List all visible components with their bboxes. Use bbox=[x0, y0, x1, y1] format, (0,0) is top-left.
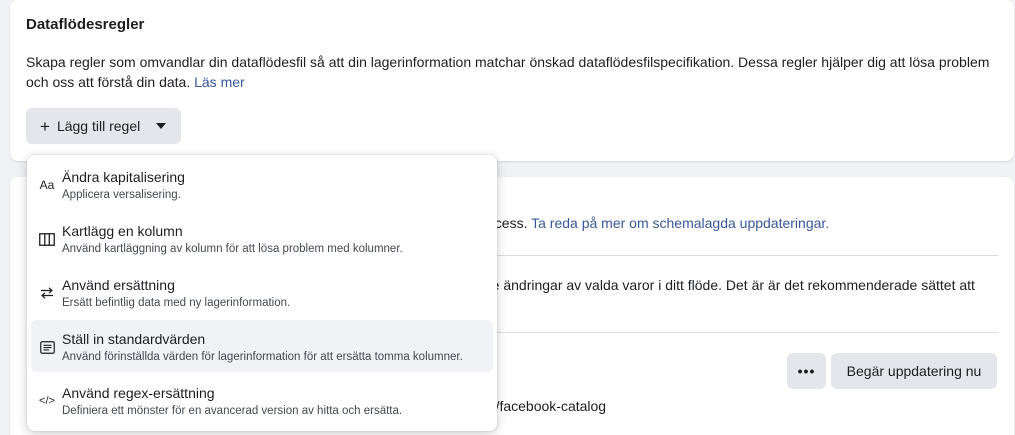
menu-item-label: Ställ in standardvärden bbox=[62, 331, 206, 347]
update-description: re ändringar av valda varor i ditt flöde… bbox=[487, 277, 975, 293]
menu-item-use-replacement[interactable]: Använd ersättning Ersätt befintlig data … bbox=[31, 266, 493, 318]
code-icon: </> bbox=[39, 395, 55, 407]
menu-item-description: Använd förinställda värden för lagerinfo… bbox=[62, 351, 463, 363]
menu-item-map-column[interactable]: Kartlägg en kolumn Använd kartläggning a… bbox=[31, 212, 493, 264]
divider bbox=[480, 255, 998, 256]
read-more-link[interactable]: Läs mer bbox=[194, 74, 245, 90]
feed-url-link[interactable]: ed/facebook-catalog bbox=[480, 398, 606, 414]
menu-item-use-regex-replacement[interactable]: </> Använd regex-ersättning Definiera et… bbox=[31, 374, 493, 426]
menu-item-label: Använd ersättning bbox=[62, 277, 175, 293]
swap-arrows-icon bbox=[38, 285, 56, 301]
menu-item-change-capitalization[interactable]: Aa Ändra kapitalisering Applicera versal… bbox=[31, 158, 493, 210]
menu-item-description: Använd kartläggning av kolumn för att lö… bbox=[62, 243, 403, 255]
request-update-button[interactable]: Begär uppdatering nu bbox=[831, 353, 997, 389]
columns-icon bbox=[38, 231, 56, 247]
form-list-icon bbox=[38, 339, 56, 355]
add-rule-label: Lägg till regel bbox=[56, 118, 141, 134]
page-title: Dataflödesregler bbox=[26, 16, 145, 33]
menu-item-description: Ersätt befintlig data med ny lagerinform… bbox=[62, 297, 291, 309]
schedule-info: ocess. Ta reda på mer om schemalagda upp… bbox=[487, 215, 829, 231]
menu-item-set-default-values[interactable]: Ställ in standardvärden Använd förinstäl… bbox=[31, 320, 493, 372]
divider bbox=[480, 332, 998, 333]
add-rule-button[interactable]: + Lägg till regel bbox=[26, 108, 181, 144]
menu-item-label: Ändra kapitalisering bbox=[62, 169, 185, 185]
menu-item-label: Kartlägg en kolumn bbox=[62, 223, 183, 239]
more-options-button[interactable]: ••• bbox=[787, 353, 826, 389]
text-case-icon: Aa bbox=[39, 178, 55, 192]
caret-down-icon bbox=[156, 123, 167, 129]
menu-item-description: Definiera ett mönster för en avancerad v… bbox=[62, 405, 403, 417]
feed-rules-description: Skapa regler som omvandlar din dataflöde… bbox=[26, 52, 1006, 92]
menu-item-label: Använd regex-ersättning bbox=[62, 385, 215, 401]
menu-item-description: Applicera versalisering. bbox=[62, 189, 181, 201]
plus-icon: + bbox=[40, 116, 50, 136]
description-text: Skapa regler som omvandlar din dataflöde… bbox=[26, 54, 990, 90]
feed-rules-card: Dataflödesregler Skapa regler som omvand… bbox=[10, 0, 1014, 161]
schedule-learn-more-link[interactable]: Ta reda på mer om schemalagda uppdaterin… bbox=[531, 215, 829, 231]
add-rule-dropdown-menu: Aa Ändra kapitalisering Applicera versal… bbox=[27, 155, 497, 431]
